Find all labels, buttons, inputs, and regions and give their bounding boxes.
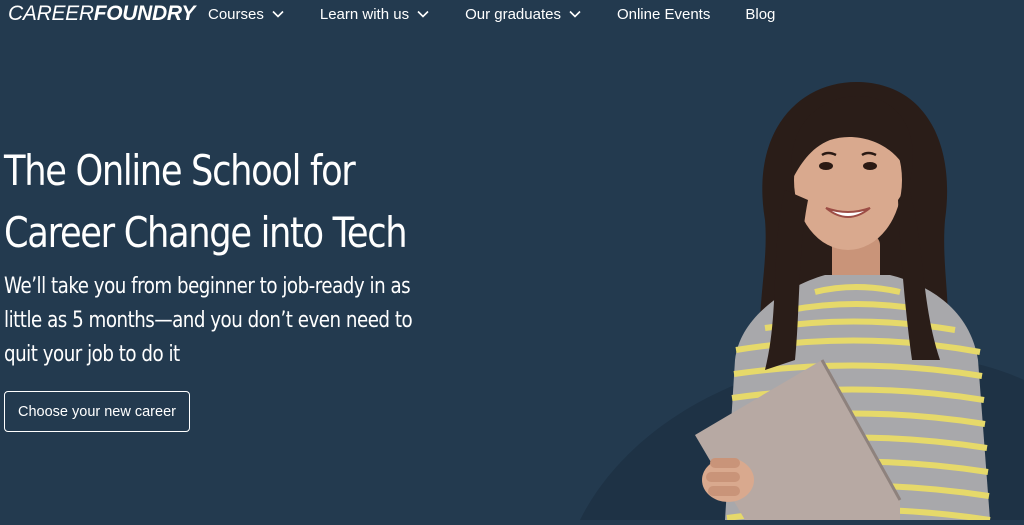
nav-item-label: Courses [208,5,264,23]
main-nav: Courses Learn with us Our graduates Onli… [208,0,775,28]
hero-title-line-2: Career Change into Tech [4,208,408,257]
choose-career-button[interactable]: Choose your new career [4,391,190,432]
nav-item-learn-with-us[interactable]: Learn with us [320,0,430,28]
careerfoundry-logo[interactable]: CAREERFOUNDRY [8,1,195,27]
chevron-down-icon [271,9,285,19]
logo-text-career: CAREER [8,2,94,25]
nav-item-label: Our graduates [465,5,561,23]
hero-subtitle: We’ll take you from beginner to job-read… [4,270,469,372]
top-navigation-bar: CAREERFOUNDRY Courses Learn with us Our … [0,0,1024,30]
nav-item-blog[interactable]: Blog [745,0,775,28]
nav-item-our-graduates[interactable]: Our graduates [465,0,582,28]
logo-text-foundry: FOUNDRY [93,2,196,25]
nav-item-courses[interactable]: Courses [208,0,285,28]
hero-title-line-1: The Online School for [4,146,356,195]
hero-photo-student-with-laptop [560,60,1024,523]
hero-subtitle-line-3: quit your job to do it [4,342,180,367]
chevron-down-icon [568,9,582,19]
chevron-down-icon [416,9,430,19]
nav-item-label: Blog [745,5,776,23]
hero-subtitle-line-1: We’ll take you from beginner to job-read… [4,274,411,299]
nav-item-online-events[interactable]: Online Events [617,0,710,28]
nav-item-label: Learn with us [319,5,410,23]
hero-subtitle-line-2: little as 5 months—and you don’t even ne… [4,308,413,333]
hero-title: The Online School for Career Change into… [4,140,408,264]
nav-item-label: Online Events [616,5,711,23]
